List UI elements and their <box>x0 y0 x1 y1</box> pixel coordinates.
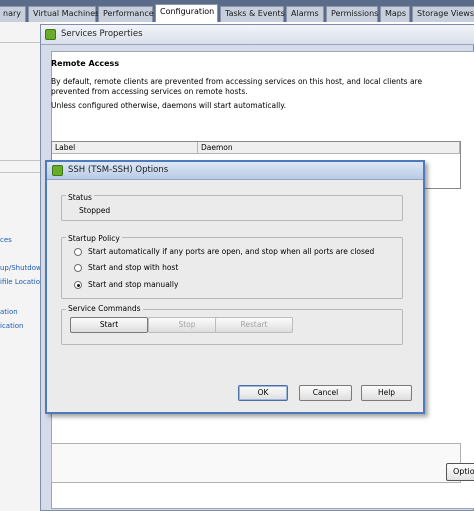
sidebar-link-authentication[interactable]: ation <box>0 308 18 316</box>
option-start-manually-label[interactable]: Start and stop manually <box>88 280 178 289</box>
tab-bar: nary Virtual Machines Performance Config… <box>0 0 474 22</box>
start-button[interactable]: Start <box>70 317 148 333</box>
help-button[interactable]: Help <box>361 385 412 401</box>
radio-start-manually[interactable] <box>74 281 82 289</box>
startup-policy-legend: Startup Policy <box>66 234 122 243</box>
status-legend: Status <box>66 193 94 202</box>
tab-virtual-machines[interactable]: Virtual Machines <box>28 6 99 22</box>
cancel-button[interactable]: Cancel <box>299 385 352 401</box>
daemons-note: Unless configured otherwise, daemons wil… <box>51 101 286 110</box>
options-button[interactable]: Optio <box>446 463 474 481</box>
column-daemon[interactable]: Daemon <box>198 142 460 154</box>
remote-access-description: By default, remote clients are prevented… <box>51 77 423 96</box>
status-value: Stopped <box>79 206 111 215</box>
services-window-title: Services Properties <box>61 29 143 39</box>
restart-button[interactable]: Restart <box>215 317 293 333</box>
tab-summary[interactable]: nary <box>0 6 26 22</box>
ssh-options-dialog: SSH (TSM-SSH) Options Status Stopped Sta… <box>45 160 425 414</box>
sidebar-link-swapfile-location[interactable]: ifile Location <box>0 278 44 286</box>
vsphere-app-icon <box>45 29 56 40</box>
sidebar-link-startup-shutdown[interactable]: up/Shutdow <box>0 264 42 272</box>
tab-permissions[interactable]: Permissions <box>326 6 378 22</box>
services-detail-panel <box>51 443 461 483</box>
tab-alarms[interactable]: Alarms <box>286 6 324 22</box>
sidebar-link-virtualization[interactable]: ication <box>0 322 24 330</box>
radio-start-auto[interactable] <box>74 248 82 256</box>
remote-access-heading: Remote Access <box>51 59 120 68</box>
services-title-bar: Services Properties <box>41 25 474 45</box>
tab-storage-views[interactable]: Storage Views <box>412 6 474 22</box>
tab-tasks-events[interactable]: Tasks & Events <box>220 6 285 22</box>
left-panel: ces up/Shutdow ifile Location ation icat… <box>0 22 44 511</box>
ok-button[interactable]: OK <box>238 385 288 401</box>
ssh-title-bar[interactable]: SSH (TSM-SSH) Options <box>47 162 423 180</box>
ssh-dialog-title: SSH (TSM-SSH) Options <box>68 165 169 175</box>
tab-maps[interactable]: Maps <box>380 6 410 22</box>
service-commands-legend: Service Commands <box>66 304 143 313</box>
vsphere-app-icon <box>52 165 63 176</box>
radio-start-with-host[interactable] <box>74 264 82 272</box>
tab-performance[interactable]: Performance <box>98 6 154 22</box>
tab-configuration[interactable]: Configuration <box>155 4 218 22</box>
option-start-with-host-label[interactable]: Start and stop with host <box>88 263 178 272</box>
status-group <box>61 195 403 221</box>
column-label[interactable]: Label <box>52 142 198 154</box>
sidebar-link-services[interactable]: ces <box>0 236 12 244</box>
option-start-auto-label[interactable]: Start automatically if any ports are ope… <box>88 247 374 256</box>
